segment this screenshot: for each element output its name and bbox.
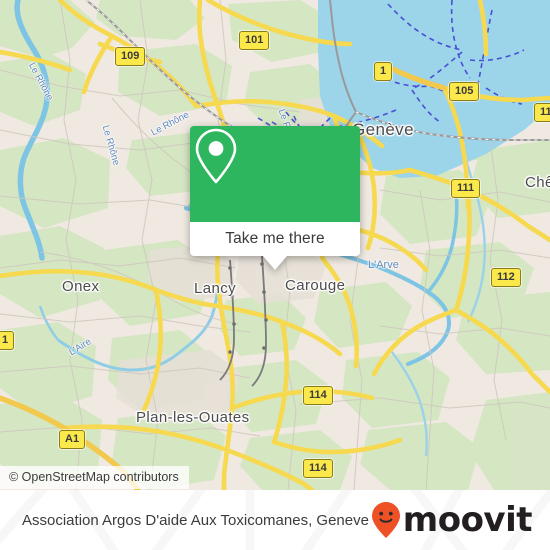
- callout-pointer: [263, 256, 287, 270]
- location-callout-card[interactable]: Take me there: [190, 126, 360, 270]
- route-shield-109[interactable]: 109: [115, 47, 146, 66]
- attribution-text: © OpenStreetMap contributors: [9, 470, 179, 484]
- route-shield-112[interactable]: 112: [491, 268, 521, 287]
- screenshot-root: Genève Chê Onex Lancy Carouge Plan-les-O…: [0, 0, 550, 550]
- route-shield-a1[interactable]: A1: [59, 430, 86, 449]
- route-shield-1-north[interactable]: 1: [374, 62, 393, 81]
- route-shield-111[interactable]: 111: [451, 179, 481, 198]
- map-attribution[interactable]: © OpenStreetMap contributors: [0, 466, 189, 489]
- callout-action-bar[interactable]: Take me there: [190, 222, 360, 256]
- moovit-smiley-pin-icon: [371, 502, 400, 538]
- map-canvas[interactable]: Genève Chê Onex Lancy Carouge Plan-les-O…: [0, 0, 550, 490]
- map-pin-icon: [195, 128, 237, 184]
- callout-header: [190, 126, 360, 222]
- route-shield-114-south[interactable]: 114: [303, 459, 333, 478]
- footer-bar: Association Argos D'aide Aux Toxicomanes…: [0, 490, 550, 550]
- route-shield-114-north[interactable]: 114: [303, 386, 333, 405]
- route-shield-1-west[interactable]: 1: [0, 331, 15, 350]
- place-title: Association Argos D'aide Aux Toxicomanes…: [22, 490, 369, 550]
- route-shield-101[interactable]: 101: [239, 31, 270, 50]
- moovit-logo[interactable]: moovit: [371, 490, 533, 550]
- place-title-text: Association Argos D'aide Aux Toxicomanes…: [22, 511, 369, 529]
- moovit-wordmark: moovit: [402, 500, 533, 540]
- route-shield-105[interactable]: 105: [449, 82, 480, 101]
- route-shield-110[interactable]: 110: [534, 103, 550, 122]
- take-me-there-label: Take me there: [225, 230, 325, 247]
